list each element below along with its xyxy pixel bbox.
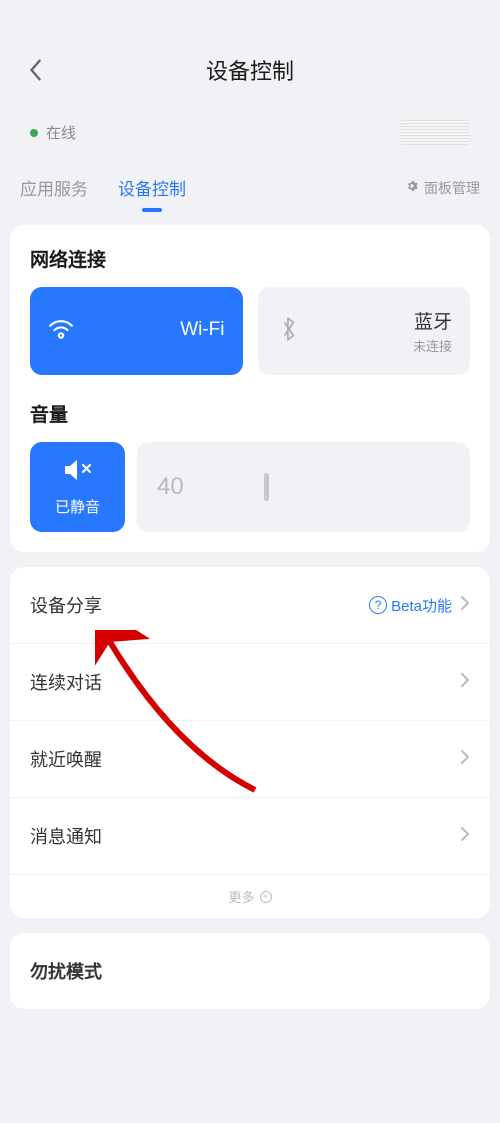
beta-label: Beta功能 [391,595,452,616]
wifi-tile[interactable]: Wi-Fi [30,287,243,375]
volume-thumb [264,473,269,501]
continuous-dialog-label: 连续对话 [30,669,460,695]
mute-label: 已静音 [55,496,100,517]
wifi-icon [48,316,74,347]
chevron-right-icon [460,826,470,847]
nearby-wake-label: 就近唤醒 [30,746,460,772]
device-share-label: 设备分享 [30,592,369,618]
speaker-mute-icon [63,457,93,488]
list-item-nearby-wake[interactable]: 就近唤醒 [10,721,490,798]
volume-value: 40 [157,473,184,501]
panel-management-label: 面板管理 [424,178,480,198]
bluetooth-icon [276,316,302,347]
chevron-right-icon [460,595,470,616]
gear-icon [405,179,419,196]
wifi-name: Wi-Fi [86,319,225,341]
list-item-dnd[interactable]: 勿扰模式 [10,933,490,1009]
page-title: 设备控制 [50,54,450,86]
expand-down-icon: ˅ [260,891,272,903]
list-item-continuous-dialog[interactable]: 连续对话 [10,644,490,721]
volume-section-title: 音量 [30,400,470,427]
list-item-message-notify[interactable]: 消息通知 [10,798,490,875]
device-image [400,120,470,145]
chevron-right-icon [460,672,470,693]
online-status: 在线 [30,122,76,143]
bluetooth-sub: 未连接 [314,336,453,355]
panel-management-button[interactable]: 面板管理 [405,178,480,198]
tab-device-control[interactable]: 设备控制 [118,165,186,210]
more-label: 更多 [228,887,254,906]
network-section-title: 网络连接 [30,245,470,272]
back-button[interactable] [20,55,50,85]
question-circle-icon: ? [369,596,387,614]
chevron-left-icon [28,58,42,82]
more-button[interactable]: 更多 ˅ [10,875,490,918]
bluetooth-tile[interactable]: 蓝牙 未连接 [258,287,471,375]
volume-slider[interactable]: 40 [137,442,470,532]
chevron-right-icon [460,749,470,770]
dnd-title: 勿扰模式 [30,958,470,984]
beta-badge: ? Beta功能 [369,595,452,616]
tab-app-services[interactable]: 应用服务 [20,165,88,210]
message-notify-label: 消息通知 [30,823,460,849]
online-dot-icon [30,129,38,137]
bluetooth-name: 蓝牙 [314,307,453,334]
online-label: 在线 [46,122,76,143]
list-item-device-share[interactable]: 设备分享 ? Beta功能 [10,567,490,644]
mute-button[interactable]: 已静音 [30,442,125,532]
